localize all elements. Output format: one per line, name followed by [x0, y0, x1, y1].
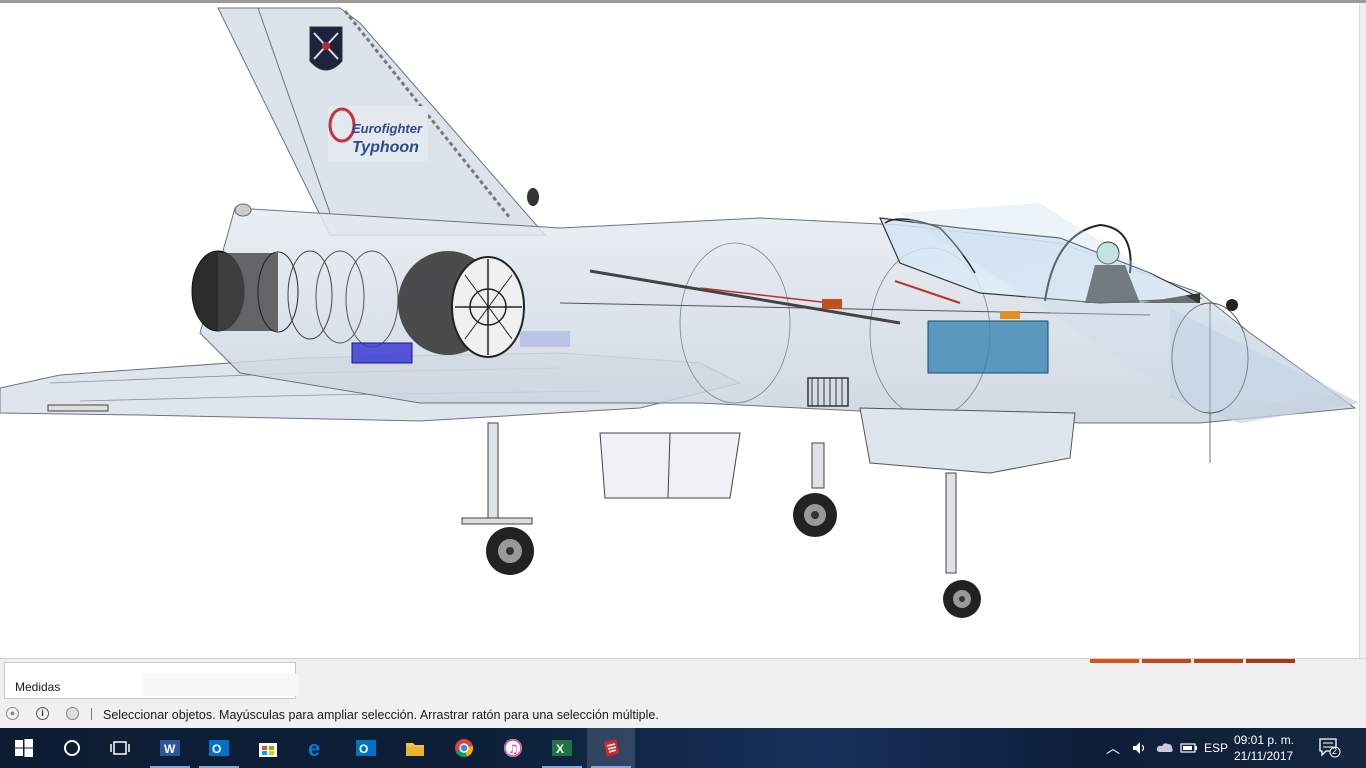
- windows-taskbar: W O e O ♫ X ︿ ESP 09:01 p. m. 21/11/2017…: [0, 728, 1366, 768]
- excel-icon: X: [552, 740, 572, 756]
- scene-tabs-strip: [1090, 659, 1298, 663]
- svg-text:X: X: [556, 742, 564, 756]
- svg-text:O: O: [212, 742, 221, 756]
- info-icon[interactable]: i: [36, 707, 49, 720]
- scene-tab-3[interactable]: [1194, 659, 1243, 663]
- chrome-icon: [455, 739, 474, 758]
- battery-icon[interactable]: [1180, 741, 1198, 755]
- volume-icon[interactable]: [1132, 740, 1148, 756]
- onedrive-icon[interactable]: [1156, 740, 1174, 754]
- engine-fan: [398, 251, 525, 358]
- eurofighter-typhoon-logo: Eurofighter Typhoon: [328, 106, 428, 161]
- scene-tab-4[interactable]: [1246, 659, 1295, 663]
- aircraft-model: Eurofighter Typhoon: [0, 7, 1360, 618]
- taskbar-file-explorer[interactable]: [391, 728, 439, 768]
- air-intake: [859, 407, 1076, 474]
- file-explorer-icon: [406, 743, 424, 756]
- system-tray: ︿ ESP 09:01 p. m. 21/11/2017 2: [1106, 728, 1366, 768]
- taskbar-outlook-2[interactable]: O: [342, 728, 390, 768]
- show-hidden-icons-icon[interactable]: ︿: [1106, 738, 1120, 758]
- svg-text:Typhoon: Typhoon: [352, 139, 419, 156]
- status-hint-text: Seleccionar objetos. Mayúsculas para amp…: [103, 708, 659, 722]
- svg-text:W: W: [164, 742, 176, 756]
- measurements-box: Medidas: [4, 662, 299, 699]
- itunes-icon: ♫: [504, 739, 522, 757]
- measurements-bar: Medidas: [0, 658, 1366, 700]
- viewport-edge: [1359, 3, 1366, 658]
- scene-tab-1[interactable]: [1090, 659, 1139, 663]
- user-account-icon[interactable]: [66, 707, 79, 720]
- language-indicator[interactable]: ESP: [1204, 741, 1228, 755]
- geo-location-icon[interactable]: ●: [6, 707, 19, 720]
- taskbar-chrome[interactable]: [440, 728, 488, 768]
- word-icon: W: [160, 740, 180, 756]
- svg-text:e: e: [308, 738, 320, 758]
- cortana-button[interactable]: [48, 728, 96, 768]
- start-button[interactable]: [0, 728, 48, 768]
- outlook-icon: O: [209, 740, 229, 756]
- rear-landing-gear: [461, 422, 534, 575]
- taskbar-store[interactable]: [244, 728, 292, 768]
- task-view-icon: [110, 741, 130, 755]
- status-bar: ● i Seleccionar objetos. Mayúsculas para…: [0, 700, 1366, 728]
- taskbar-sketchup[interactable]: [587, 728, 635, 768]
- svg-text:♫: ♫: [508, 742, 519, 756]
- clock-date[interactable]: 21/11/2017: [1234, 749, 1293, 763]
- task-view-button[interactable]: [96, 728, 144, 768]
- main-landing-gear: [793, 442, 837, 537]
- cortana-search-icon: [64, 740, 80, 756]
- edge-icon: e: [308, 738, 320, 758]
- taskbar-excel[interactable]: X: [538, 728, 586, 768]
- taskbar-edge[interactable]: e: [293, 728, 341, 768]
- notification-count: 2: [1332, 746, 1338, 756]
- store-icon: [259, 743, 277, 757]
- servo-component: [351, 342, 413, 364]
- status-separator: [91, 708, 92, 720]
- taskbar-itunes[interactable]: ♫: [489, 728, 537, 768]
- start-icon: [15, 739, 33, 757]
- nose-landing-gear: [943, 472, 981, 618]
- action-center-icon[interactable]: [1319, 738, 1341, 758]
- clock-time[interactable]: 09:01 p. m.: [1234, 733, 1294, 747]
- outlook-icon-2: O: [356, 740, 376, 756]
- scene-tab-2[interactable]: [1142, 659, 1191, 663]
- svg-text:Eurofighter: Eurofighter: [352, 121, 423, 136]
- squadron-badge-icon: [309, 26, 343, 71]
- measurements-input[interactable]: [143, 674, 299, 696]
- taskbar-outlook[interactable]: O: [195, 728, 243, 768]
- svg-text:O: O: [359, 742, 368, 756]
- measurements-label: Medidas: [15, 680, 61, 694]
- taskbar-word[interactable]: W: [146, 728, 194, 768]
- model-viewport[interactable]: Eurofighter Typhoon: [0, 0, 1366, 658]
- sketchup-icon: [604, 739, 619, 757]
